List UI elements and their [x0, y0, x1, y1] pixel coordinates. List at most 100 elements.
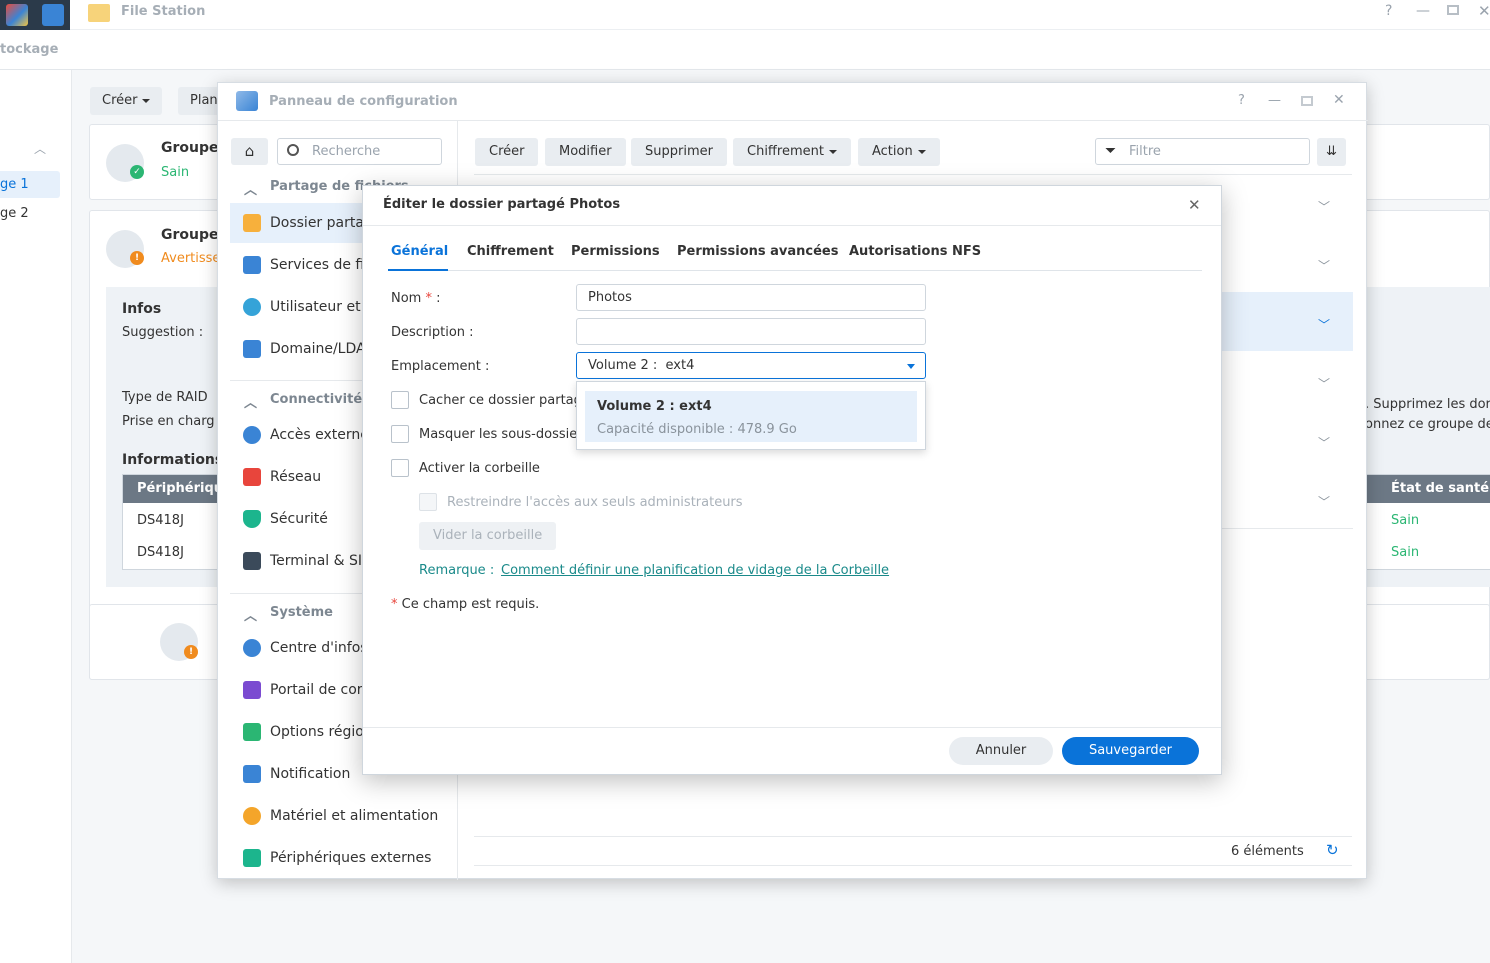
notification-icon: [243, 765, 261, 783]
shield-icon: [243, 510, 261, 528]
restrict-admin-label: Restreindre l'accès aux seuls administra…: [447, 495, 743, 510]
group-title: Groupe: [161, 140, 219, 156]
tab-encryption[interactable]: Chiffrement: [467, 244, 554, 259]
hide-subfolders-label: Masquer les sous-dossie: [419, 427, 578, 442]
tab-permissions[interactable]: Permissions: [571, 244, 660, 259]
section-connectivity: Connectivité: [270, 392, 363, 407]
search-icon: [287, 144, 299, 156]
nav-item-label: ge 1: [0, 177, 29, 192]
network-home-icon: [243, 468, 261, 486]
sidebar-item-label: Domaine/LDA: [270, 341, 366, 357]
chevron-down-icon[interactable]: ﹀: [1318, 316, 1330, 332]
tab-nfs-permissions[interactable]: Autorisations NFS: [849, 244, 981, 259]
sidebar-item-label: Notification: [270, 766, 351, 782]
location-dropdown-list: Volume 2 : ext4 Capacité disponible : 47…: [576, 381, 926, 450]
description-field[interactable]: [576, 318, 926, 345]
sidebar-item-external-devices[interactable]: Périphériques externes: [230, 838, 457, 878]
search-box[interactable]: Recherche: [277, 138, 442, 165]
recycle-bin-schedule-link[interactable]: Comment définir une planification de vid…: [501, 563, 889, 578]
tab-general[interactable]: Général: [391, 244, 448, 259]
required-note: * Ce champ est requis.: [391, 597, 540, 612]
name-field[interactable]: Photos: [576, 284, 926, 311]
sidebar-item-label: Utilisateur et: [270, 299, 361, 315]
file-station-taskbar-icon[interactable]: [42, 4, 64, 26]
list-footer: 6 éléments ↻: [474, 836, 1352, 866]
sidebar-item-hardware[interactable]: Matériel et alimentation: [230, 796, 457, 836]
sidebar-item-label: Options régio: [270, 724, 364, 740]
restrict-admin-checkbox[interactable]: [419, 493, 437, 511]
required-mark: *: [425, 291, 432, 306]
domain-icon: [243, 340, 261, 358]
recycle-bin-label: Activer la corbeille: [419, 461, 540, 476]
sort-icon[interactable]: ⇊: [1317, 138, 1346, 166]
hide-folder-checkbox[interactable]: [391, 391, 409, 409]
search-input[interactable]: Recherche: [312, 144, 380, 159]
bg-create-button[interactable]: Créer: [90, 87, 163, 115]
hide-subfolders-checkbox[interactable]: [391, 425, 409, 443]
health-header: État de santé: [1391, 481, 1490, 496]
encryption-dropdown[interactable]: Chiffrement: [733, 138, 851, 166]
save-button[interactable]: Sauvegarder: [1062, 737, 1199, 765]
close-icon[interactable]: ✕: [1478, 2, 1490, 20]
tab-advanced-permissions[interactable]: Permissions avancées: [677, 244, 839, 259]
sidebar-item-label: Dossier parta: [270, 215, 364, 231]
window-title: File Station: [121, 4, 206, 19]
file-services-icon: [243, 256, 261, 274]
dropdown-option-volume-2[interactable]: Volume 2 : ext4 Capacité disponible : 47…: [585, 391, 917, 442]
check-icon: ✓: [130, 165, 144, 179]
location-select-value: Volume 2 : ext4: [588, 358, 695, 373]
refresh-icon[interactable]: ↻: [1326, 841, 1339, 859]
chevron-up-icon[interactable]: ︿: [244, 179, 257, 198]
minimize-icon[interactable]: —: [1268, 93, 1281, 108]
chevron-down-icon[interactable]: ﹀: [1318, 257, 1330, 273]
dialog-header-divider: [363, 225, 1221, 226]
chevron-down-icon[interactable]: ﹀: [1318, 198, 1330, 214]
sidebar-item-label: Accès externe: [270, 427, 369, 443]
modify-button[interactable]: Modifier: [545, 138, 626, 166]
edit-shared-folder-dialog: Éditer le dossier partagé Photos ✕ Génér…: [362, 185, 1222, 775]
help-icon[interactable]: ?: [1385, 3, 1392, 19]
minimize-icon[interactable]: —: [1416, 3, 1430, 19]
folder-icon: [243, 214, 261, 232]
chevron-up-icon[interactable]: ︿: [244, 605, 257, 624]
remark-label: Remarque :: [419, 563, 495, 578]
sidebar-item-label: Matériel et alimentation: [270, 808, 439, 824]
chevron-up-icon[interactable]: ︿: [244, 392, 257, 411]
filter-input[interactable]: Filtre: [1129, 144, 1161, 159]
nav-item-storage-pool-1[interactable]: ge 1: [0, 171, 60, 198]
action-dropdown[interactable]: Action: [858, 138, 940, 166]
filter-icon: ⏷: [1105, 143, 1117, 159]
description-label: Description :: [391, 325, 474, 340]
info-icon: [243, 639, 261, 657]
suggestion-text: onnez ce groupe de: [1365, 417, 1490, 432]
infos-title: Infos: [122, 301, 162, 317]
sidebar-item-label: Sécurité: [270, 511, 328, 527]
close-icon[interactable]: ✕: [1333, 92, 1345, 108]
chevron-up-icon[interactable]: ︿: [34, 140, 46, 157]
hide-folder-label: Cacher ce dossier partag: [419, 393, 582, 408]
folder-icon: [88, 4, 110, 22]
device-name: DS418J: [137, 513, 184, 528]
maximize-icon[interactable]: [1447, 5, 1459, 15]
delete-button[interactable]: Supprimer: [631, 138, 727, 166]
sidebar-item-label: Centre d'infos: [270, 640, 368, 656]
home-button[interactable]: ⌂: [231, 138, 268, 165]
help-icon[interactable]: ?: [1238, 93, 1245, 108]
chevron-down-icon[interactable]: ﹀: [1318, 375, 1330, 391]
support-label: Prise en charg: [122, 414, 215, 429]
recycle-bin-checkbox[interactable]: [391, 459, 409, 477]
filter-box[interactable]: ⏷ Filtre: [1095, 138, 1310, 165]
device-health: Sain: [1391, 513, 1420, 528]
taskbar-icons[interactable]: [0, 0, 70, 30]
cancel-button[interactable]: Annuler: [949, 737, 1053, 765]
storage-app-icon[interactable]: [6, 4, 28, 26]
close-icon[interactable]: ✕: [1188, 196, 1201, 214]
empty-bin-button[interactable]: Vider la corbeille: [419, 522, 557, 550]
name-label: Nom * :: [391, 291, 441, 306]
chevron-down-icon[interactable]: ﹀: [1318, 434, 1330, 450]
create-button[interactable]: Créer: [475, 138, 539, 166]
maximize-icon[interactable]: [1301, 96, 1313, 106]
nav-item-storage-pool-2[interactable]: ge 2: [0, 206, 29, 221]
location-select[interactable]: Volume 2 : ext4: [576, 352, 926, 379]
chevron-down-icon[interactable]: ﹀: [1318, 493, 1330, 509]
